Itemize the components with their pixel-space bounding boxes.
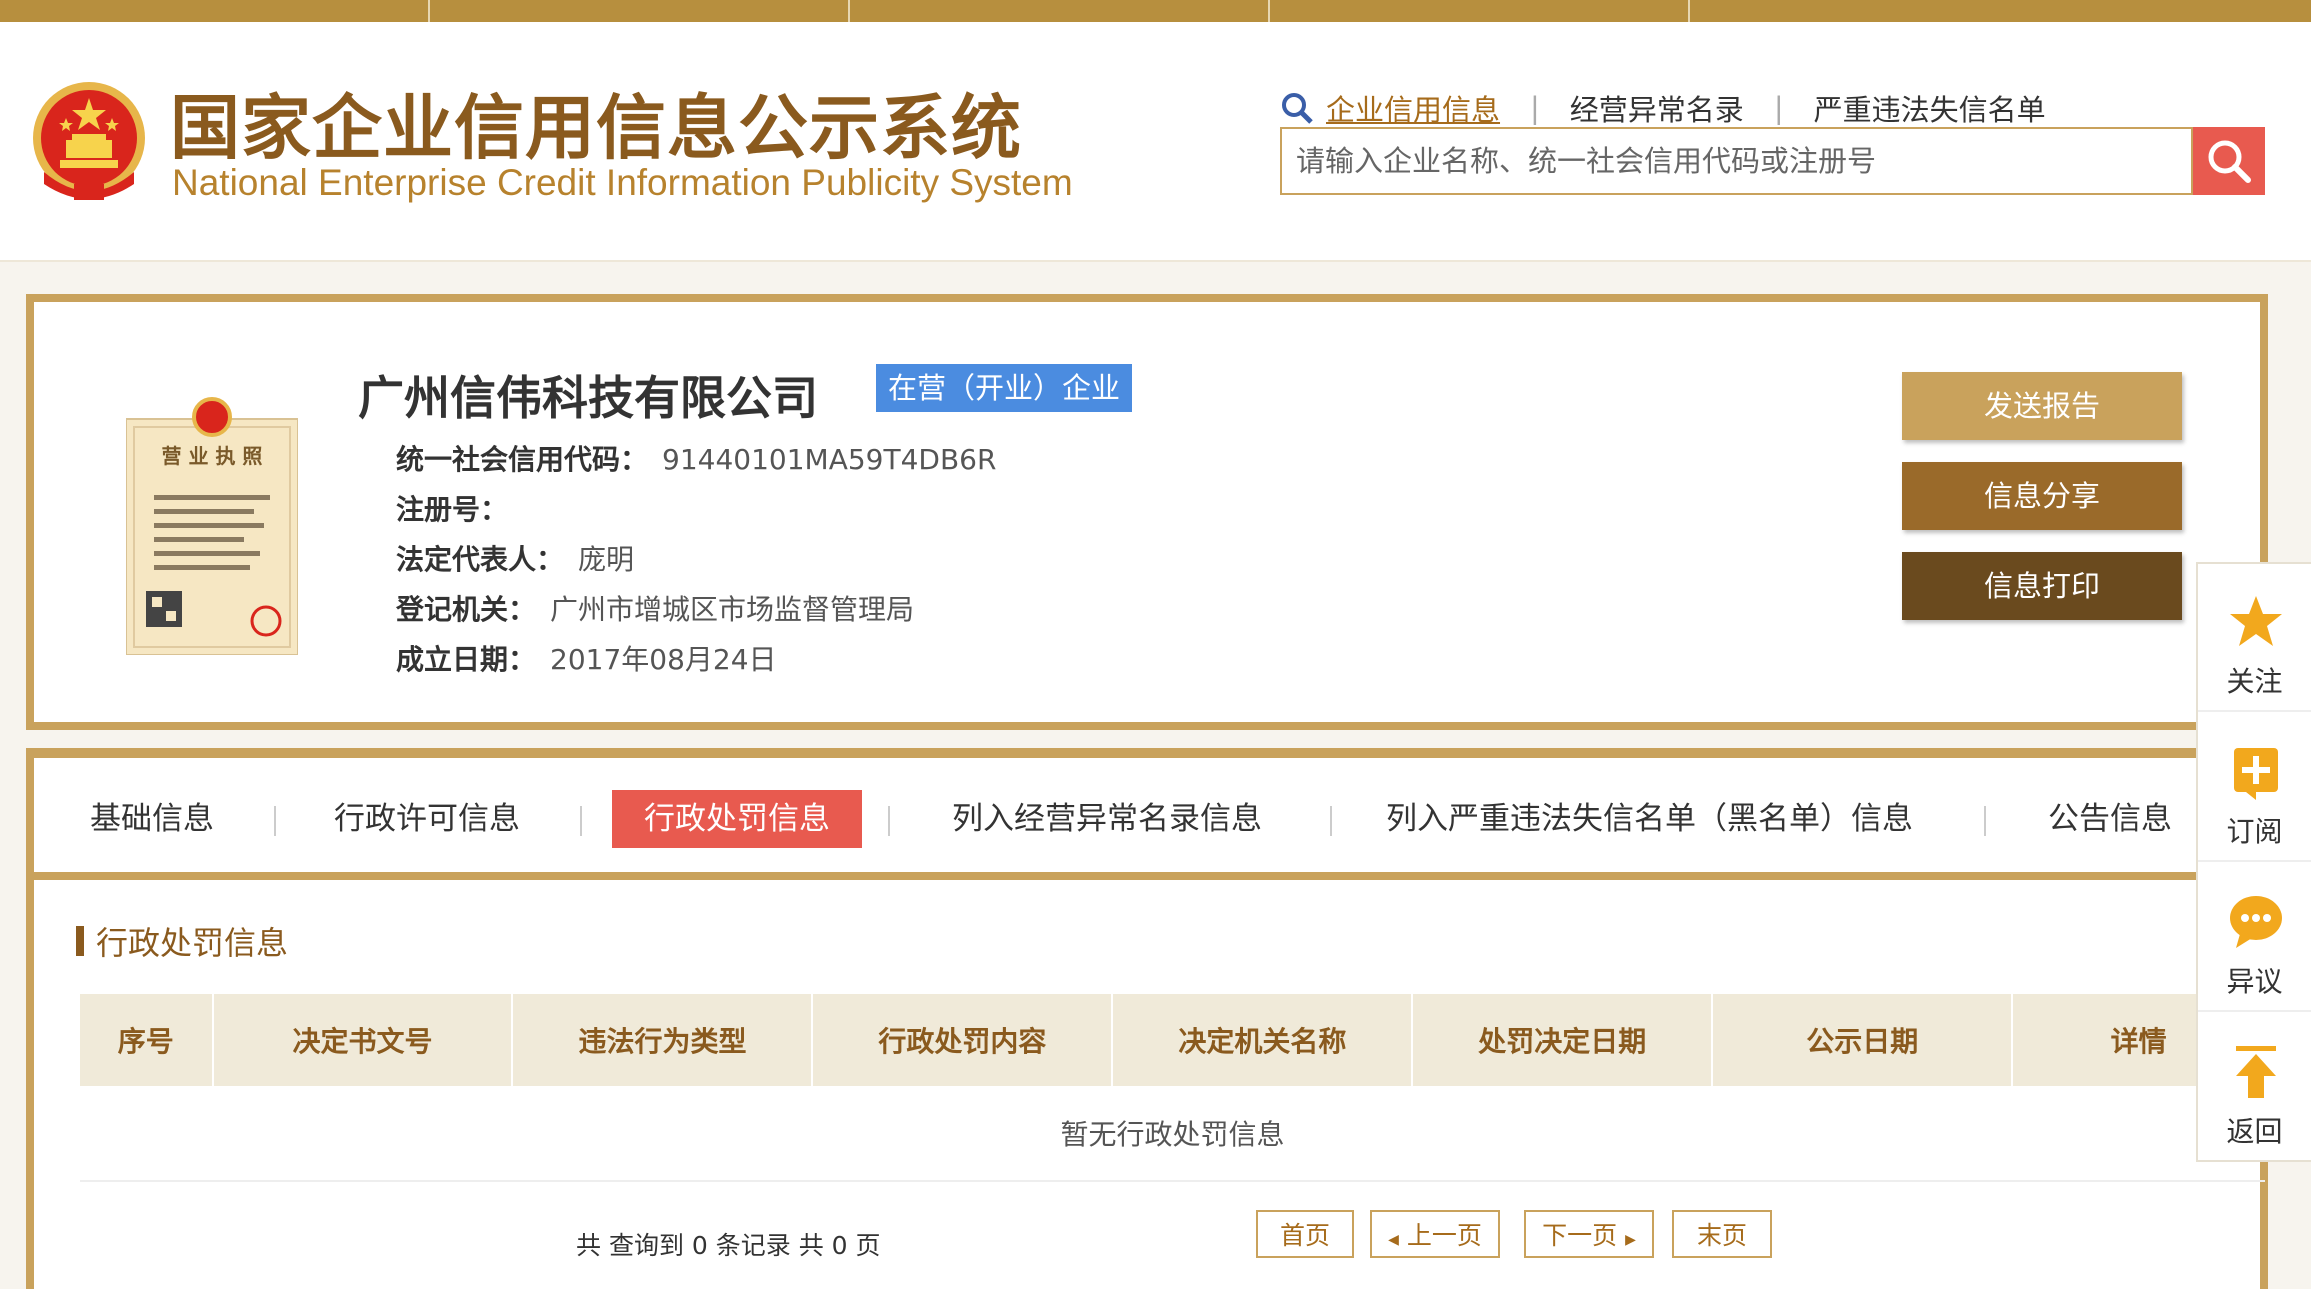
site-title: 国家企业信用信息公示系统 — [170, 87, 1022, 169]
national-emblem-icon — [33, 82, 145, 200]
info-label: 注册号： — [396, 493, 509, 526]
prev-page-label: 上一页 — [1406, 1221, 1482, 1250]
result-summary: 共 查询到 0 条记录 共 0 页 — [576, 1231, 881, 1260]
first-page-button[interactable]: 首页 — [1256, 1210, 1354, 1258]
sidebar-subscribe[interactable]: 订阅 — [2198, 714, 2311, 862]
section-title-marker — [76, 926, 84, 956]
company-card: 营 业 执 照 广州信伟科技有限公司 在营（开业）企业 统一社会信用代码： 914… — [26, 294, 2268, 730]
col-violation-type: 违法行为类型 — [512, 994, 814, 1086]
nav-serious-violation-list[interactable]: 严重违法失信名单 — [1814, 87, 2046, 129]
last-page-button[interactable]: 末页 — [1672, 1210, 1772, 1258]
chat-icon — [2230, 896, 2282, 948]
col-decision-date: 处罚决定日期 — [1412, 994, 1714, 1086]
tab-blacklist[interactable]: 列入严重违法失信名单（黑名单）信息 — [1386, 790, 1913, 848]
info-value: 庞明 — [578, 543, 635, 576]
info-label: 登记机关： — [396, 593, 537, 626]
company-name: 广州信伟科技有限公司 — [358, 371, 818, 425]
plus-icon — [2234, 748, 2278, 800]
next-page-label: 下一页 — [1542, 1221, 1618, 1250]
tab-separator — [888, 806, 890, 836]
search-icon — [1282, 93, 1313, 124]
info-reg-no: 注册号： — [396, 488, 522, 528]
arrow-up-icon — [2236, 1046, 2276, 1098]
info-label: 法定代表人： — [396, 543, 565, 576]
tab-separator — [1330, 806, 1332, 836]
tab-bar: 基础信息 行政许可信息 行政处罚信息 列入经营异常名录信息 列入严重违法失信名单… — [34, 758, 2260, 880]
status-badge: 在营（开业）企业 — [876, 364, 1133, 412]
empty-message: 暂无行政处罚信息 — [80, 1086, 2265, 1182]
stripe-divider — [1268, 0, 1270, 22]
info-credit-code: 统一社会信用代码： 91440101MA59T4DB6R — [396, 438, 996, 478]
info-label: 统一社会信用代码： — [396, 443, 649, 476]
table-row: 暂无行政处罚信息 — [80, 1086, 2265, 1182]
sidebar-subscribe-label: 订阅 — [2226, 815, 2283, 848]
sidebar-follow-label: 关注 — [2226, 665, 2283, 698]
site-header: 国家企业信用信息公示系统 National Enterprise Credit … — [0, 22, 2311, 262]
site-subtitle: National Enterprise Credit Information P… — [172, 162, 1073, 203]
floating-sidebar: 关注 订阅 异议 返回 — [2196, 562, 2311, 1162]
caret-right-icon: ▶ — [1625, 1232, 1636, 1248]
caret-left-icon: ◀ — [1388, 1232, 1399, 1248]
print-info-button[interactable]: 信息打印 — [1902, 552, 2182, 620]
nav-separator: | — [1773, 91, 1784, 125]
magnifier-icon — [2208, 140, 2251, 183]
table-header-row: 序号 决定书文号 违法行为类型 行政处罚内容 决定机关名称 处罚决定日期 公示日… — [80, 994, 2266, 1086]
section-title: 行政处罚信息 — [76, 918, 288, 964]
tab-admin-penalty[interactable]: 行政处罚信息 — [612, 790, 862, 848]
info-value: 2017年08月24日 — [550, 643, 777, 676]
info-label: 成立日期： — [396, 643, 537, 676]
col-publicity-date: 公示日期 — [1712, 994, 2014, 1086]
sidebar-objection-label: 异议 — [2226, 965, 2283, 998]
stripe-divider — [848, 0, 850, 22]
col-authority-name: 决定机关名称 — [1112, 994, 1414, 1086]
nav-separator: | — [1530, 91, 1540, 125]
tab-separator — [1984, 806, 1986, 836]
tab-announcement[interactable]: 公告信息 — [2048, 790, 2172, 848]
nav-enterprise-credit[interactable]: 企业信用信息 — [1326, 87, 1500, 129]
search-box — [1280, 127, 2193, 195]
section-title-text: 行政处罚信息 — [96, 924, 289, 962]
info-established-date: 成立日期： 2017年08月24日 — [396, 638, 777, 678]
send-report-button[interactable]: 发送报告 — [1902, 372, 2182, 440]
stripe-divider — [428, 0, 430, 22]
info-reg-authority: 登记机关： 广州市增城区市场监督管理局 — [396, 588, 914, 628]
stripe-divider — [1688, 0, 1690, 22]
info-legal-rep: 法定代表人： 庞明 — [396, 538, 634, 578]
search-input[interactable] — [1282, 129, 2192, 193]
sidebar-back-to-top[interactable]: 返回 — [2198, 1014, 2311, 1162]
sidebar-back-label: 返回 — [2226, 1115, 2283, 1148]
license-title: 营 业 执 照 — [161, 444, 263, 468]
info-value: 91440101MA59T4DB6R — [662, 443, 997, 476]
share-info-button[interactable]: 信息分享 — [1902, 462, 2182, 530]
info-value: 广州市增城区市场监督管理局 — [550, 593, 915, 626]
star-icon — [2230, 596, 2282, 646]
business-license-icon — [126, 397, 298, 655]
col-penalty-content: 行政处罚内容 — [812, 994, 1114, 1086]
sidebar-objection[interactable]: 异议 — [2198, 864, 2311, 1012]
detail-panel: 基础信息 行政许可信息 行政处罚信息 列入经营异常名录信息 列入严重违法失信名单… — [26, 748, 2268, 1289]
tab-separator — [580, 806, 582, 836]
tab-basic-info[interactable]: 基础信息 — [90, 790, 214, 848]
col-decision-no: 决定书文号 — [212, 994, 514, 1086]
col-seq: 序号 — [80, 994, 214, 1086]
prev-page-button[interactable]: ◀ 上一页 — [1370, 1210, 1500, 1258]
tab-admin-license[interactable]: 行政许可信息 — [334, 790, 520, 848]
tab-abnormal-list[interactable]: 列入经营异常名录信息 — [952, 790, 1262, 848]
search-button[interactable] — [2193, 127, 2265, 195]
search-category-nav: 企业信用信息 | 经营异常名录 | 严重违法失信名单 — [1280, 86, 2046, 130]
top-stripe — [0, 0, 2311, 22]
next-page-button[interactable]: 下一页 ▶ — [1524, 1210, 1654, 1258]
nav-abnormal-list[interactable]: 经营异常名录 — [1570, 87, 1744, 129]
sidebar-follow[interactable]: 关注 — [2198, 564, 2311, 712]
penalty-table: 序号 决定书文号 违法行为类型 行政处罚内容 决定机关名称 处罚决定日期 公示日… — [80, 994, 2266, 1182]
tab-separator — [274, 806, 276, 836]
